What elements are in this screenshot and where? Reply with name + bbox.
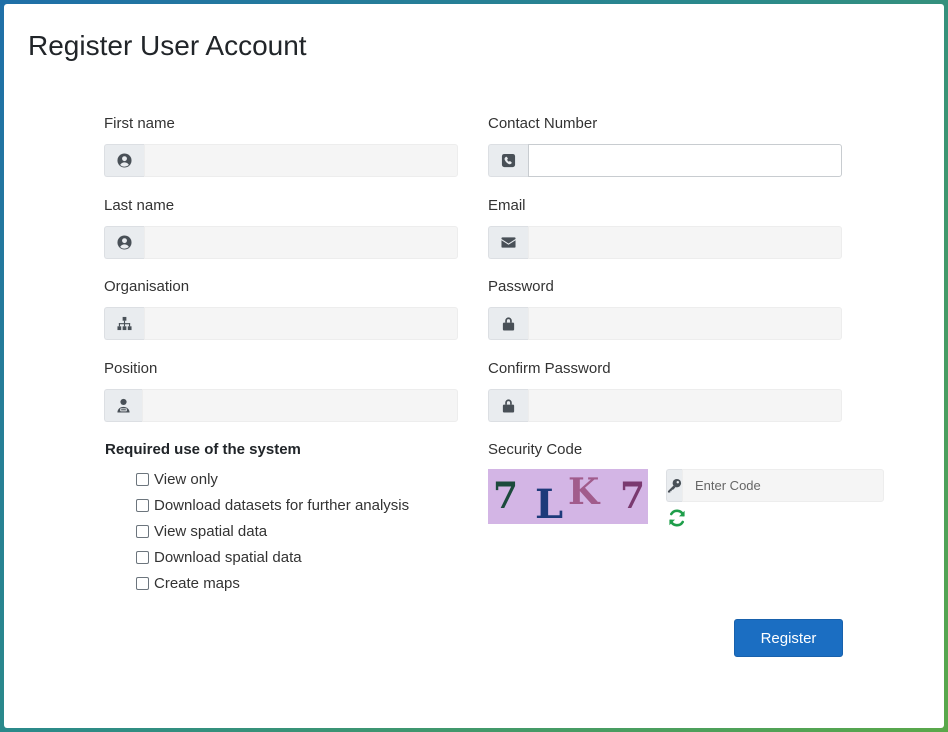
usage-heading: Required use of the system xyxy=(105,441,301,458)
last-name-input[interactable] xyxy=(144,226,458,259)
usage-option-label: Create maps xyxy=(154,574,240,592)
envelope-icon xyxy=(488,226,528,259)
user-circle-icon xyxy=(104,144,144,177)
user-tie-icon xyxy=(104,389,142,422)
first-name-input[interactable] xyxy=(144,144,458,177)
download-spatial-checkbox[interactable] xyxy=(136,550,149,564)
password-input[interactable] xyxy=(528,307,842,340)
usage-option-label: Download spatial data xyxy=(154,548,302,566)
usage-option-view-only[interactable]: View only xyxy=(136,466,409,492)
confirm-password-input[interactable] xyxy=(528,389,842,422)
captcha-char: K xyxy=(568,471,600,513)
create-maps-checkbox[interactable] xyxy=(136,576,149,590)
captcha-char: L xyxy=(535,481,564,524)
organisation-field: Organisation xyxy=(104,278,458,340)
position-input[interactable] xyxy=(142,389,458,422)
refresh-icon[interactable] xyxy=(666,507,688,529)
usage-option-label: View only xyxy=(154,470,218,488)
last-name-label: Last name xyxy=(104,197,175,214)
security-code-group xyxy=(666,469,884,502)
phone-icon xyxy=(488,144,528,177)
key-icon xyxy=(666,469,682,502)
sitemap-icon xyxy=(104,307,144,340)
view-spatial-checkbox[interactable] xyxy=(136,524,149,538)
position-label: Position xyxy=(104,360,158,377)
lock-icon xyxy=(488,307,528,340)
captcha-char: 7 xyxy=(493,475,519,517)
register-card: Register User Account First name Last na… xyxy=(4,4,944,728)
email-label: Email xyxy=(488,197,526,214)
page-title: Register User Account xyxy=(28,30,307,61)
user-circle-icon xyxy=(104,226,144,259)
email-field: Email xyxy=(488,197,842,259)
security-code-label: Security Code xyxy=(488,441,583,458)
organisation-input[interactable] xyxy=(144,307,458,340)
organisation-label: Organisation xyxy=(104,278,190,295)
usage-option-view-spatial[interactable]: View spatial data xyxy=(136,518,409,544)
email-input[interactable] xyxy=(528,226,842,259)
confirm-password-label: Confirm Password xyxy=(488,360,611,377)
first-name-label: First name xyxy=(104,115,175,132)
view-only-checkbox[interactable] xyxy=(136,472,149,486)
last-name-field: Last name xyxy=(104,197,458,259)
security-code-input[interactable] xyxy=(682,469,884,502)
usage-option-create-maps[interactable]: Create maps xyxy=(136,570,409,596)
usage-option-download-datasets[interactable]: Download datasets for further analysis xyxy=(136,492,409,518)
usage-option-download-spatial[interactable]: Download spatial data xyxy=(136,544,409,570)
password-field: Password xyxy=(488,278,842,340)
first-name-field: First name xyxy=(104,115,458,177)
confirm-password-field: Confirm Password xyxy=(488,360,842,422)
download-datasets-checkbox[interactable] xyxy=(136,498,149,512)
usage-option-label: Download datasets for further analysis xyxy=(154,496,410,514)
register-button[interactable]: Register xyxy=(734,619,843,657)
usage-options: View only Download datasets for further … xyxy=(136,466,409,596)
contact-number-label: Contact Number xyxy=(488,115,598,132)
captcha-image: 7 L K 7 xyxy=(488,469,648,524)
contact-number-field: Contact Number xyxy=(488,115,842,177)
lock-icon xyxy=(488,389,528,422)
captcha-char: 7 xyxy=(620,475,646,517)
password-label: Password xyxy=(488,278,554,295)
usage-option-label: View spatial data xyxy=(154,522,268,540)
contact-number-input[interactable] xyxy=(528,144,842,177)
position-field: Position xyxy=(104,360,458,422)
